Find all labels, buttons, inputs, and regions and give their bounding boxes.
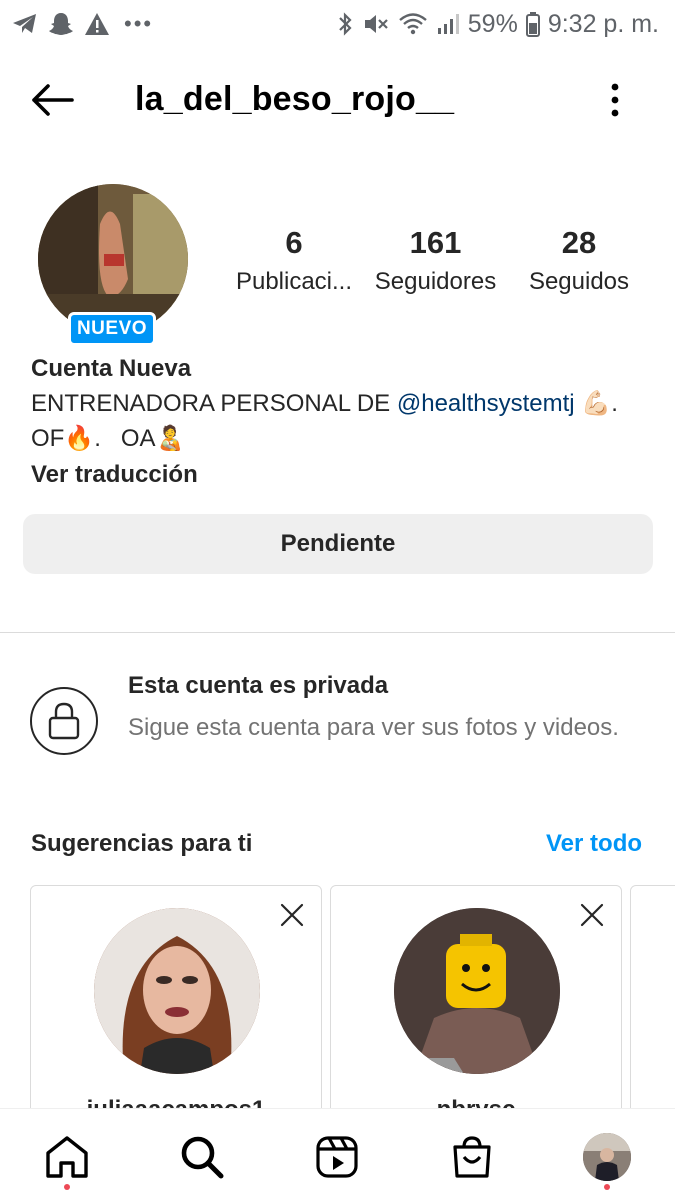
suggestion-avatar[interactable]: [94, 908, 260, 1074]
home-notification-dot: [64, 1184, 70, 1190]
divider: [0, 632, 675, 633]
profile-stats: 6 Publicaci... 161 Seguidores 28 Seguido…: [222, 224, 642, 304]
stat-following-label: Seguidos: [528, 268, 630, 295]
bio-emoji-fire: 🔥: [64, 424, 95, 452]
stat-following-count: 28: [561, 225, 597, 260]
suggestions-title: Sugerencias para ti: [31, 830, 253, 857]
more-vertical-icon: [611, 83, 619, 117]
see-translation-link[interactable]: Ver traducción: [31, 458, 651, 492]
suggestion-avatar-photo: [394, 908, 560, 1074]
close-icon: [580, 903, 604, 927]
bio-text: . OA: [94, 425, 156, 452]
stat-followers-label: Seguidores: [374, 268, 497, 295]
bio-line: OF🔥. OA🧑‍🍼: [31, 421, 651, 456]
bio-line: ENTRENADORA PERSONAL DE @healthsystemtj …: [31, 386, 651, 421]
status-right: 59% 9:32 p. m.: [336, 10, 659, 39]
more-notifications-icon: •••: [124, 11, 154, 36]
stat-followers[interactable]: 161 Seguidores: [368, 224, 503, 302]
suggestion-card-partial[interactable]: [630, 885, 675, 1145]
nav-search[interactable]: [178, 1133, 226, 1181]
battery-icon: [525, 11, 540, 37]
profile-bio: Cuenta Nueva ENTRENADORA PERSONAL DE @he…: [31, 352, 651, 492]
snapchat-icon: [48, 11, 74, 37]
profile-avatar-wrap[interactable]: NUEVO: [38, 184, 188, 346]
bluetooth-icon: [336, 11, 354, 37]
close-icon: [280, 903, 304, 927]
profile-username: la_del_beso_rojo__: [135, 80, 455, 118]
signal-icon: [436, 12, 460, 36]
shop-icon: [453, 1136, 491, 1178]
see-all-suggestions-link[interactable]: Ver todo: [546, 830, 642, 858]
clock: 9:32 p. m.: [547, 9, 659, 38]
stat-posts-count: 6: [285, 225, 303, 260]
lock-icon: [48, 702, 80, 740]
profile-thumbnail-avatar: [583, 1133, 631, 1181]
profile-header: la_del_beso_rojo__: [0, 60, 675, 140]
dismiss-suggestion-button[interactable]: [279, 902, 305, 928]
nav-profile[interactable]: [583, 1133, 631, 1181]
bottom-navigation: [0, 1108, 675, 1200]
stat-following[interactable]: 28 Seguidos: [520, 224, 638, 302]
bio-mention-link[interactable]: @healthsystemtj: [397, 390, 575, 417]
nav-reels[interactable]: [313, 1133, 361, 1181]
more-options-button[interactable]: [598, 78, 632, 122]
dismiss-suggestion-button[interactable]: [579, 902, 605, 928]
back-button[interactable]: [28, 78, 78, 122]
telegram-icon: [12, 12, 38, 36]
bio-emoji-muscle: 💪🏻: [581, 389, 612, 417]
reels-icon: [316, 1136, 358, 1178]
suggestion-avatar[interactable]: [394, 908, 560, 1074]
bio-display-name: Cuenta Nueva: [31, 355, 192, 382]
private-account-title: Esta cuenta es privada: [128, 672, 389, 699]
home-icon: [46, 1136, 88, 1178]
suggestion-card[interactable]: juliaaacampos1: [30, 885, 322, 1145]
warning-icon: [84, 12, 110, 36]
suggestion-avatar-photo: [94, 908, 260, 1074]
private-lock-badge: [30, 687, 98, 755]
bio-text: ENTRENADORA PERSONAL DE: [31, 390, 397, 417]
new-account-badge: NUEVO: [68, 312, 156, 346]
status-bar: ••• 59% 9:32 p. m.: [0, 0, 675, 48]
suggestion-card[interactable]: nbrysc: [330, 885, 622, 1145]
profile-thumbnail-photo: [583, 1133, 631, 1181]
nav-home[interactable]: [43, 1133, 91, 1181]
wifi-icon: [398, 12, 428, 36]
bio-text: OF: [31, 425, 65, 452]
search-icon: [181, 1136, 224, 1179]
nav-shop[interactable]: [448, 1133, 496, 1181]
mute-icon: [362, 12, 390, 36]
bio-text-end: .: [611, 390, 618, 417]
profile-notification-dot: [604, 1184, 610, 1190]
status-left: •••: [12, 11, 153, 37]
bio-emoji-person: 🧑‍🍼: [155, 424, 186, 452]
private-account-description: Sigue esta cuenta para ver sus fotos y v…: [128, 714, 619, 741]
arrow-left-icon: [32, 84, 74, 116]
stat-posts-label: Publicaci...: [235, 268, 353, 295]
pending-follow-button[interactable]: Pendiente: [23, 514, 653, 574]
battery-percent: 59%: [467, 9, 518, 38]
stat-followers-count: 161: [409, 225, 462, 260]
profile-screen: ••• 59% 9:32 p. m. la_del_beso_rojo__ NU…: [0, 0, 675, 1200]
stat-posts[interactable]: 6 Publicaci...: [230, 224, 358, 302]
